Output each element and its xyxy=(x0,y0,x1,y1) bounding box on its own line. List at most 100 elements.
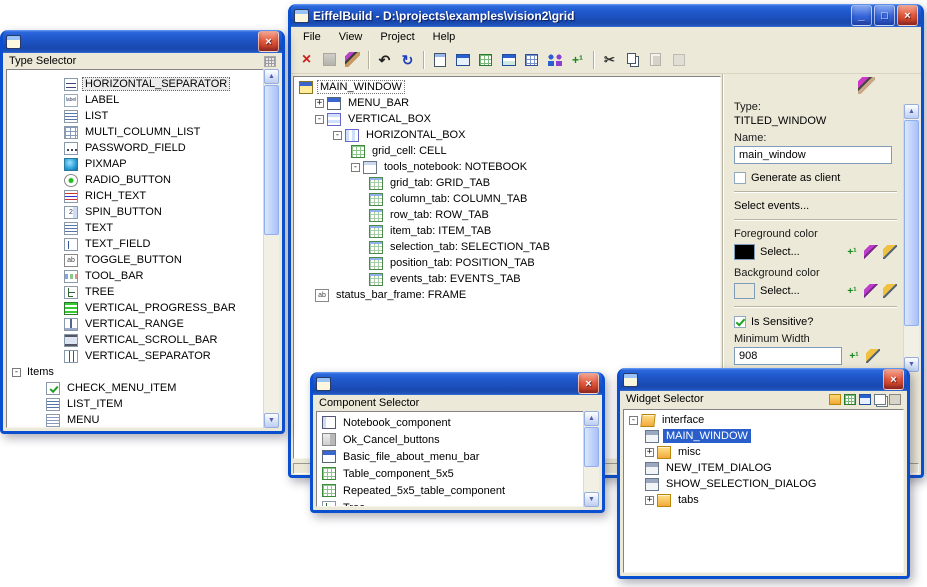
type-row[interactable]: LIST xyxy=(9,108,258,124)
tree-row[interactable]: - HORIZONTAL_BOX xyxy=(296,127,718,143)
titlebar[interactable]: × xyxy=(620,368,907,391)
expand-toggle-icon[interactable]: - xyxy=(351,163,360,172)
close-button[interactable]: × xyxy=(883,369,904,390)
maximize-button[interactable]: □ xyxy=(874,5,895,26)
toolbar-button[interactable] xyxy=(589,48,598,71)
component-row[interactable]: Basic_file_about_menu_bar xyxy=(319,448,578,465)
component-row[interactable]: Repeated_5x5_table_component xyxy=(319,482,578,499)
type-row[interactable]: 2 SPIN_BUTTON xyxy=(9,204,258,220)
expand-toggle-icon[interactable]: - xyxy=(315,115,324,124)
menu-item[interactable]: Project xyxy=(371,28,423,46)
expand-toggle-icon[interactable]: - xyxy=(629,416,638,425)
scroll-down-button[interactable]: ▼ xyxy=(584,492,599,507)
menu-item[interactable]: View xyxy=(330,28,372,46)
tree-row[interactable]: grid_tab: GRID_TAB xyxy=(296,175,718,191)
properties-scrollbar[interactable]: ▲ ▼ xyxy=(903,104,919,372)
expand-toggle-icon[interactable]: + xyxy=(315,99,324,108)
foreground-select-button[interactable]: Select... xyxy=(760,246,840,258)
scroll-down-button[interactable]: ▼ xyxy=(264,413,279,428)
tree-row[interactable]: MAIN_WINDOW xyxy=(296,79,718,95)
tree-row[interactable]: position_tab: POSITION_TAB xyxy=(296,255,718,271)
scroll-thumb[interactable] xyxy=(904,120,919,326)
widget-row[interactable]: + misc xyxy=(626,444,901,460)
toolbar-button[interactable] xyxy=(621,48,644,71)
toolbar-button[interactable]: +¹ xyxy=(566,48,589,71)
tree-row[interactable]: - VERTICAL_BOX xyxy=(296,111,718,127)
toolbar-button[interactable] xyxy=(451,48,474,71)
tree-row[interactable]: ab status_bar_frame: FRAME xyxy=(296,287,718,303)
minimize-button[interactable]: _ xyxy=(851,5,872,26)
scroll-up-button[interactable]: ▲ xyxy=(584,411,599,426)
toolbar-button[interactable] xyxy=(667,48,690,71)
type-row[interactable]: PASSWORD_FIELD xyxy=(9,140,258,156)
tree-row[interactable]: item_tab: ITEM_TAB xyxy=(296,223,718,239)
component-row[interactable]: Notebook_component xyxy=(319,414,578,431)
type-row[interactable]: VERTICAL_SEPARATOR xyxy=(9,348,258,364)
background-select-button[interactable]: Select... xyxy=(760,285,840,297)
pencil-icon[interactable] xyxy=(866,349,880,363)
expand-toggle-icon[interactable]: + xyxy=(645,448,654,457)
component-list-scrollbar[interactable]: ▲ ▼ xyxy=(583,411,599,507)
minimum-width-input[interactable] xyxy=(734,347,842,365)
toolbar-button[interactable]: ✂ xyxy=(598,48,621,71)
tree-row[interactable]: grid_cell: CELL xyxy=(296,143,718,159)
add-one-icon[interactable]: +¹ xyxy=(845,284,859,298)
toolbar-button[interactable] xyxy=(543,48,566,71)
type-row[interactable]: MULTI_COLUMN_LIST xyxy=(9,124,258,140)
close-button[interactable]: × xyxy=(578,373,599,394)
widget-row[interactable]: + tabs xyxy=(626,492,901,508)
name-input[interactable] xyxy=(734,146,892,164)
type-row[interactable]: ab TOGGLE_BUTTON xyxy=(9,252,258,268)
background-color-swatch[interactable] xyxy=(734,283,755,299)
toolbar-button[interactable] xyxy=(644,48,667,71)
toolbar-button[interactable] xyxy=(497,48,520,71)
type-row[interactable]: TEXT_FIELD xyxy=(9,236,258,252)
toolbar-button[interactable] xyxy=(364,48,373,71)
type-row[interactable]: CHECK_MENU_ITEM xyxy=(9,380,258,396)
close-button[interactable]: × xyxy=(897,5,918,26)
type-row[interactable]: HORIZONTAL_SEPARATOR xyxy=(9,76,258,92)
toolbar-button[interactable] xyxy=(474,48,497,71)
wrench-icon[interactable] xyxy=(864,245,878,259)
scroll-thumb[interactable] xyxy=(584,427,599,467)
panel-tool-button[interactable] xyxy=(829,394,841,405)
type-row[interactable]: MENU xyxy=(9,412,258,428)
generate-client-checkbox[interactable]: Generate as client xyxy=(734,172,897,184)
type-row[interactable]: VERTICAL_SCROLL_BAR xyxy=(9,332,258,348)
type-list-scrollbar[interactable]: ▲ ▼ xyxy=(263,69,279,428)
titlebar[interactable]: × xyxy=(3,30,282,53)
close-button[interactable]: × xyxy=(258,31,279,52)
type-row[interactable]: TOOL_BAR xyxy=(9,268,258,284)
tree-row[interactable]: column_tab: COLUMN_TAB xyxy=(296,191,718,207)
add-one-icon[interactable]: +¹ xyxy=(845,245,859,259)
foreground-color-swatch[interactable] xyxy=(734,244,755,260)
type-row[interactable]: RICH_TEXT xyxy=(9,188,258,204)
type-row[interactable]: label LABEL xyxy=(9,92,258,108)
widget-row[interactable]: - interface xyxy=(626,412,901,428)
type-row[interactable]: - Items xyxy=(9,364,258,380)
scroll-thumb[interactable] xyxy=(264,85,279,235)
toolbar-button[interactable]: ↶ xyxy=(373,48,396,71)
menu-item[interactable]: Help xyxy=(424,28,465,46)
panel-tool-button[interactable] xyxy=(844,394,856,405)
scroll-up-button[interactable]: ▲ xyxy=(264,69,279,84)
tree-row[interactable]: selection_tab: SELECTION_TAB xyxy=(296,239,718,255)
component-row[interactable]: Tree xyxy=(319,499,578,507)
toolbar-button[interactable] xyxy=(520,48,543,71)
widget-row[interactable]: MAIN_WINDOW xyxy=(626,428,901,444)
add-one-icon[interactable]: +¹ xyxy=(847,349,861,363)
dock-grip-icon[interactable] xyxy=(264,56,276,67)
menu-item[interactable]: File xyxy=(294,28,330,46)
tree-row[interactable]: - tools_notebook: NOTEBOOK xyxy=(296,159,718,175)
titlebar[interactable]: EiffelBuild - D:\projects\examples\visio… xyxy=(291,4,921,27)
toolbar-button[interactable] xyxy=(428,48,451,71)
expand-toggle-icon[interactable]: - xyxy=(333,131,342,140)
scroll-up-button[interactable]: ▲ xyxy=(904,104,919,119)
expand-toggle-icon[interactable]: + xyxy=(645,496,654,505)
toolbar-button[interactable] xyxy=(419,48,428,71)
type-row[interactable]: LIST_ITEM xyxy=(9,396,258,412)
wrench-icon[interactable] xyxy=(864,284,878,298)
type-row[interactable]: VERTICAL_PROGRESS_BAR xyxy=(9,300,258,316)
pencil-icon[interactable] xyxy=(883,245,897,259)
style-brush-icon[interactable] xyxy=(858,77,875,94)
